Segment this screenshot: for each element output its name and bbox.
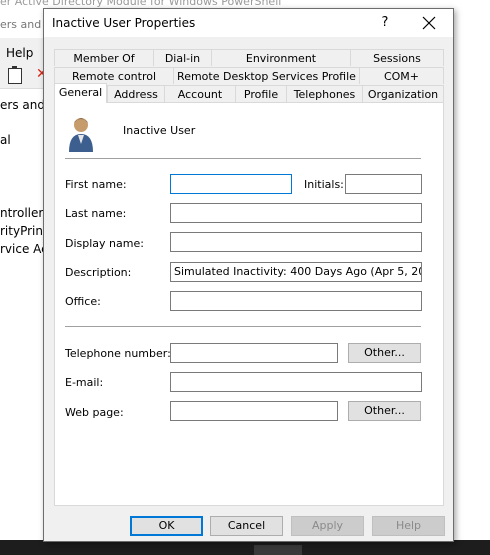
email-label: E-mail:: [65, 376, 104, 389]
apply-button[interactable]: Apply: [291, 516, 364, 536]
display-name-label: Display name:: [65, 237, 144, 250]
separator: [65, 158, 421, 159]
last-name-field[interactable]: [170, 203, 422, 223]
tab-member-of[interactable]: Member Of: [54, 49, 154, 66]
tab-address[interactable]: Address: [107, 85, 165, 102]
tab-general[interactable]: General: [54, 83, 107, 103]
email-field[interactable]: [170, 372, 422, 392]
office-label: Office:: [65, 295, 101, 308]
cancel-button[interactable]: Cancel: [210, 516, 283, 536]
web-page-other-button[interactable]: Other...: [348, 401, 421, 421]
tab-sessions[interactable]: Sessions: [350, 49, 444, 66]
first-name-label: First name:: [65, 178, 127, 191]
tab-telephones[interactable]: Telephones: [286, 85, 363, 102]
web-page-label: Web page:: [65, 406, 124, 419]
tab-remote-control[interactable]: Remote control: [54, 67, 174, 84]
tab-organization[interactable]: Organization: [362, 85, 444, 102]
tab-account[interactable]: Account: [164, 85, 236, 102]
ok-button[interactable]: OK: [130, 516, 203, 536]
tab-environment[interactable]: Environment: [211, 49, 351, 66]
telephone-other-button[interactable]: Other...: [348, 343, 421, 363]
web-page-field[interactable]: [170, 401, 338, 421]
taskbar: [0, 540, 490, 555]
clipboard-icon[interactable]: [8, 66, 22, 84]
display-name-field[interactable]: [170, 232, 422, 252]
office-field[interactable]: [170, 291, 422, 311]
user-display-name: Inactive User: [123, 124, 196, 137]
help-question-button[interactable]: ?: [374, 13, 396, 33]
last-name-label: Last name:: [65, 207, 127, 220]
background-menu-help[interactable]: Help: [6, 46, 33, 60]
telephone-label: Telephone number:: [65, 347, 171, 360]
dialog-titlebar[interactable]: Inactive User Properties ?: [44, 9, 453, 37]
tab-rds-profile[interactable]: Remote Desktop Services Profile: [173, 67, 360, 84]
first-name-field[interactable]: [170, 174, 292, 194]
description-field[interactable]: Simulated Inactivity: 400 Days Ago (Apr …: [170, 262, 422, 282]
tab-com-plus[interactable]: COM+: [359, 67, 444, 84]
user-icon: [69, 118, 93, 152]
properties-dialog: Inactive User Properties ? Member Of Dia…: [43, 8, 454, 542]
initials-label: Initials:: [304, 178, 344, 191]
close-button[interactable]: [416, 13, 442, 33]
tree-item[interactable]: rvice Ac: [0, 242, 48, 256]
dialog-title: Inactive User Properties: [52, 16, 196, 30]
initials-field[interactable]: [345, 174, 422, 194]
description-label: Description:: [65, 266, 132, 279]
close-icon: [422, 16, 436, 30]
taskbar-item[interactable]: [254, 545, 302, 555]
tab-dial-in[interactable]: Dial-in: [153, 49, 212, 66]
tree-item[interactable]: al: [0, 133, 11, 147]
tab-profile[interactable]: Profile: [235, 85, 287, 102]
separator: [65, 326, 421, 327]
help-button[interactable]: Help: [372, 516, 445, 536]
telephone-field[interactable]: [170, 343, 338, 363]
